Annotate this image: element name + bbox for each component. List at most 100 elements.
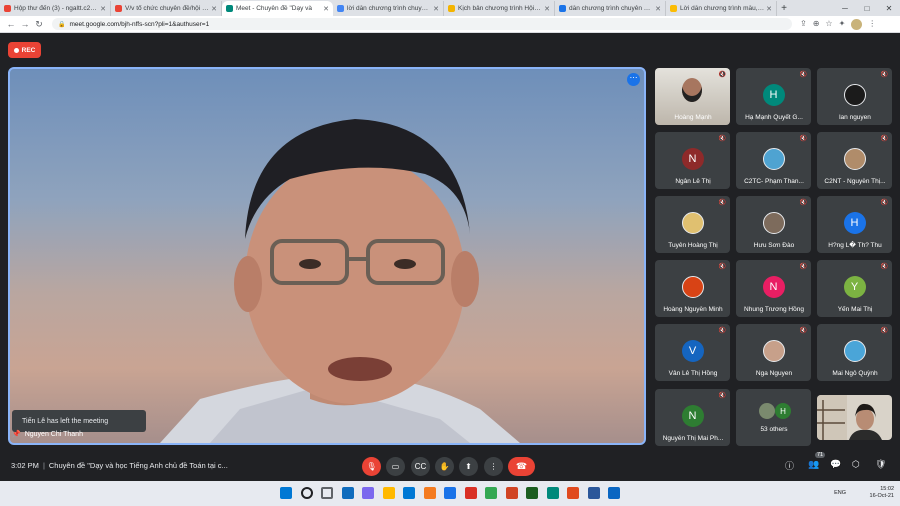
teams-icon[interactable]: [362, 487, 374, 499]
zalo-icon[interactable]: [608, 487, 620, 499]
chat-icon[interactable]: 💬: [830, 459, 841, 470]
minimize-icon[interactable]: ─: [834, 4, 856, 13]
task-view-icon[interactable]: [321, 487, 333, 499]
participant-tile[interactable]: 🔇 C2NT - Nguyễn Thị...: [817, 132, 892, 189]
share-icon[interactable]: ⇪: [800, 19, 807, 30]
hang-up-icon: ☎: [515, 461, 528, 471]
mic-off-button[interactable]: 🎙: [362, 457, 381, 476]
muted-mic-icon: 🔇: [718, 393, 726, 399]
tab-close-icon[interactable]: ✕: [766, 5, 772, 13]
browser-tab[interactable]: Lời dẫn chương trình mẫu, đọc ✕: [666, 1, 777, 16]
participant-name: Nhung Trương Hồng: [744, 306, 804, 313]
meeting-info: 3:02 PM | Chuyên đề "Dạy và học Tiếng Anh …: [11, 461, 228, 470]
people-icon[interactable]: 👥: [808, 459, 819, 470]
participant-tile[interactable]: N 🔇 Nguyễn Thị Mai Ph...: [655, 389, 730, 446]
maximize-icon[interactable]: □: [856, 4, 878, 13]
participant-name: Mai Ngô Quỳnh: [832, 370, 878, 377]
extensions-icon[interactable]: ✦: [839, 19, 846, 30]
captions-button[interactable]: CC: [411, 457, 430, 476]
participant-tile[interactable]: 🔇 Hoàng Mạnh: [655, 68, 730, 125]
language-indicator[interactable]: ENG: [834, 490, 846, 497]
participant-tile[interactable]: 🔇 Hoàng Nguyễn Minh: [655, 260, 730, 317]
chrome-icon[interactable]: [444, 487, 456, 499]
tab-close-icon[interactable]: ✕: [433, 5, 439, 13]
participant-tile[interactable]: 🔇 Nga Nguyen: [736, 324, 811, 381]
browser-tab[interactable]: Meet - Chuyên đề "Dạy và ✕: [222, 1, 333, 16]
photos-icon[interactable]: [505, 487, 518, 499]
present-button[interactable]: ⬆: [459, 457, 478, 476]
browser-tab[interactable]: dẫn chương trình chuyên đề - G ✕: [555, 1, 666, 16]
search-icon[interactable]: [300, 487, 313, 499]
camera-button[interactable]: ▭: [386, 457, 405, 476]
file-explorer-icon[interactable]: [382, 487, 395, 499]
participant-name: Nguyễn Thị Mai Ph...: [662, 435, 724, 442]
forward-icon[interactable]: →: [18, 19, 32, 29]
participant-tile[interactable]: 🔇 lan nguyen: [817, 68, 892, 125]
taskbar-clock[interactable]: 15:02: [870, 486, 894, 493]
raise-hand-button[interactable]: ✋: [435, 457, 454, 476]
pin-icon: 📌: [12, 431, 21, 438]
reload-icon[interactable]: ↻: [32, 19, 46, 30]
tab-close-icon[interactable]: ✕: [544, 5, 550, 13]
tab-close-icon[interactable]: ✕: [211, 5, 217, 13]
participant-tile[interactable]: V 🔇 Vân Lê Thị Hồng: [655, 324, 730, 381]
participant-tile[interactable]: N 🔇 Nhung Trương Hồng: [736, 260, 811, 317]
participant-photo: [843, 84, 866, 106]
participant-tile[interactable]: H 🔇 H?ng L� Th? Thu: [817, 196, 892, 253]
leave-call-button[interactable]: ☎: [508, 457, 535, 476]
mic-off-icon: 🎙: [366, 462, 377, 471]
participant-name: Hưu Sơn Đào: [753, 242, 795, 249]
meeting-details-icon[interactable]: ⓘ: [785, 459, 794, 472]
participant-tile[interactable]: Y 🔇 Yến Mai Thị: [817, 260, 892, 317]
self-view[interactable]: [817, 395, 892, 440]
tab-close-icon[interactable]: ✕: [100, 5, 106, 13]
word-icon[interactable]: [587, 487, 600, 499]
participant-tile[interactable]: H 🔇 Hạ Mạnh Quyết G...: [736, 68, 811, 125]
participant-tile[interactable]: 🔇 C2TC- Phạm Than...: [736, 132, 811, 189]
close-window-icon[interactable]: ✕: [878, 4, 900, 13]
others-tile[interactable]: H 53 others: [736, 389, 811, 446]
participant-photo: [762, 340, 785, 362]
muted-mic-icon: 🔇: [880, 72, 888, 78]
profile-avatar[interactable]: [851, 18, 863, 30]
tab-close-icon[interactable]: ✕: [323, 5, 329, 13]
muted-mic-icon: 🔇: [718, 72, 726, 78]
excel-icon[interactable]: [526, 487, 538, 499]
tab-favicon-icon: [4, 5, 11, 12]
bookmark-star-icon[interactable]: ☆: [825, 19, 832, 30]
participant-tile[interactable]: 🔇 Hưu Sơn Đào: [736, 196, 811, 253]
address-bar: ← → ↻ 🔒 meet.google.com/bjh-nffs-scn?pli…: [0, 16, 900, 33]
main-speaker-video[interactable]: ⋯: [8, 67, 646, 445]
start-icon[interactable]: [280, 487, 292, 499]
participant-tile[interactable]: N 🔇 Ngân Lê Thị: [655, 132, 730, 189]
back-icon[interactable]: ←: [4, 19, 18, 29]
chrome-active-icon[interactable]: [567, 487, 579, 499]
participant-tile[interactable]: 🔇 Tuyên Hoàng Thị: [655, 196, 730, 253]
widgets-icon[interactable]: [341, 487, 354, 499]
others-label: 53 others: [760, 426, 788, 433]
browser-tab[interactable]: Kịch bản chương trình Hội nghị ✕: [444, 1, 555, 16]
tab-close-icon[interactable]: ✕: [655, 5, 661, 13]
others-avatar-photo: [759, 403, 775, 419]
app-icon[interactable]: [546, 487, 559, 499]
activities-icon[interactable]: ⬡: [852, 459, 860, 470]
host-controls-icon[interactable]: 🛡: [875, 459, 886, 470]
zoom-icon[interactable]: ⊕: [813, 19, 820, 30]
kebab-icon: ⋮: [489, 462, 498, 471]
edge-icon[interactable]: [403, 487, 415, 499]
browser-tab[interactable]: lời dẫn chương trình chuyên đề ✕: [333, 1, 444, 16]
more-options-button[interactable]: ⋮: [484, 457, 503, 476]
participant-tile[interactable]: 🔇 Mai Ngô Quỳnh: [817, 324, 892, 381]
firefox-icon[interactable]: [423, 487, 436, 499]
browser-tab[interactable]: V/v tổ chức chuyên đề/hội thảo ✕: [111, 1, 222, 16]
menu-kebab-icon[interactable]: ⋮: [868, 19, 876, 30]
app-icon[interactable]: [464, 487, 477, 499]
taskbar-date[interactable]: 16-Oct-21: [870, 493, 894, 500]
more-options-icon[interactable]: ⋯: [627, 73, 640, 86]
browser-tab[interactable]: Hộp thư đến (3) - ngaltt.c2gvt ✕: [0, 1, 111, 16]
muted-mic-icon: 🔇: [880, 328, 888, 334]
url-field[interactable]: 🔒 meet.google.com/bjh-nffs-scn?pli=1&aut…: [52, 18, 792, 30]
participant-initial-avatar: N: [762, 276, 785, 298]
new-tab-button[interactable]: +: [777, 1, 791, 16]
drive-icon[interactable]: [485, 487, 497, 499]
